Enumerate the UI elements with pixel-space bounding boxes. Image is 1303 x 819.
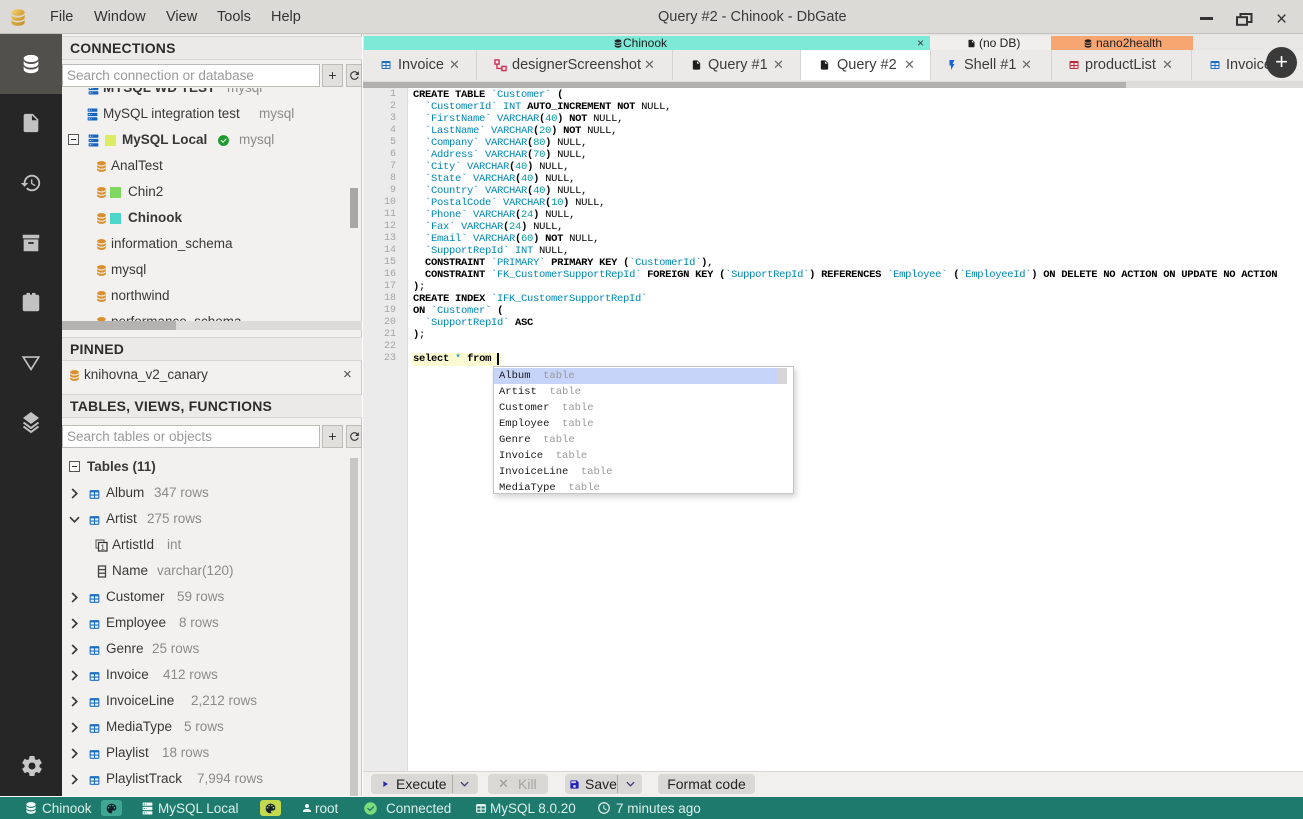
svg-text:1: 1: [101, 542, 105, 551]
